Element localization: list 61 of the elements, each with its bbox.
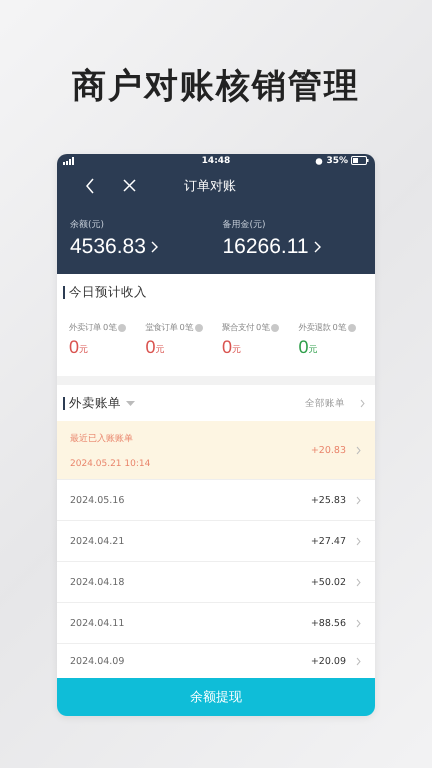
stat-amount: 0 — [146, 337, 156, 357]
bill-date: 2024.05.21 10:14 — [70, 458, 150, 468]
bill-title: 最近已入账账单 — [70, 432, 134, 444]
chevron-icon — [314, 241, 321, 253]
bill-amount: +25.83 — [310, 494, 346, 506]
battery-percent: 35% — [326, 156, 348, 166]
bill-row[interactable]: 2024.04.11 +88.56 — [57, 602, 375, 643]
stat-label: 外卖退款 — [298, 322, 330, 333]
balance-amount[interactable]: 16266.11 — [222, 235, 309, 259]
close-icon[interactable] — [123, 179, 136, 192]
stat-unit: 元 — [308, 344, 318, 357]
balance-label: 余额(元) — [70, 218, 106, 231]
help-icon[interactable] — [271, 324, 280, 332]
signal-icon — [63, 156, 77, 164]
dropdown-icon[interactable] — [126, 400, 135, 406]
chevron-icon — [356, 536, 361, 546]
chevron-icon — [356, 618, 361, 628]
help-icon[interactable] — [348, 324, 356, 332]
chevron-icon — [356, 496, 361, 504]
stat-count: 0笔 — [332, 322, 346, 333]
chevron-icon — [360, 398, 365, 408]
stat-count: 0笔 — [180, 322, 193, 333]
bill-amount: +50.02 — [310, 576, 346, 588]
stat-unit: 元 — [79, 344, 88, 357]
section-title: 外卖账单 — [69, 394, 121, 412]
chevron-icon — [356, 578, 361, 586]
bill-row[interactable]: 2024.05.16 +25.83 — [57, 479, 375, 520]
chevron-icon — [356, 656, 361, 666]
bill-date: 2024.04.09 — [70, 656, 124, 666]
stat-unit: 元 — [232, 344, 242, 357]
help-icon[interactable] — [118, 324, 126, 332]
chevron-icon — [150, 241, 158, 253]
page-title: 订单对账 — [184, 178, 236, 194]
stat-label: 聚合支付 — [222, 322, 254, 333]
back-icon[interactable] — [85, 178, 95, 194]
bill-amount: +88.56 — [310, 618, 346, 628]
bill-row[interactable]: 2024.04.18 +50.02 — [57, 561, 375, 602]
stat-label: 外卖订单 — [69, 322, 101, 333]
stat-amount: 0 — [69, 337, 80, 357]
bill-date: 2024.04.11 — [70, 618, 124, 628]
headline: 商户对账核销管理 — [72, 65, 360, 108]
bill-amount: +20.83 — [310, 444, 346, 456]
bill-date: 2024.04.21 — [70, 536, 124, 546]
stat-label: 堂食订单 — [146, 322, 178, 333]
bill-amount: +27.47 — [310, 536, 346, 546]
balance-label: 备用金(元) — [222, 218, 267, 231]
stat-unit: 元 — [156, 344, 165, 357]
bill-row[interactable]: 2024.04.21 +27.47 — [57, 520, 375, 561]
help-icon[interactable] — [194, 324, 203, 332]
balance-amount[interactable]: 4536.83 — [70, 235, 146, 259]
battery-icon — [351, 156, 369, 165]
stat-count: 0笔 — [103, 322, 116, 333]
bill-date: 2024.05.16 — [70, 494, 124, 506]
stat-amount: 0 — [298, 337, 309, 357]
status-time: 14:48 — [200, 156, 232, 166]
section-title: 今日预计收入 — [69, 284, 147, 300]
bill-date: 2024.04.18 — [70, 576, 124, 588]
chevron-icon — [356, 446, 361, 454]
stat-count: 0笔 — [256, 322, 270, 333]
stat-amount: 0 — [222, 337, 232, 357]
bill-amount: +20.09 — [310, 656, 346, 666]
